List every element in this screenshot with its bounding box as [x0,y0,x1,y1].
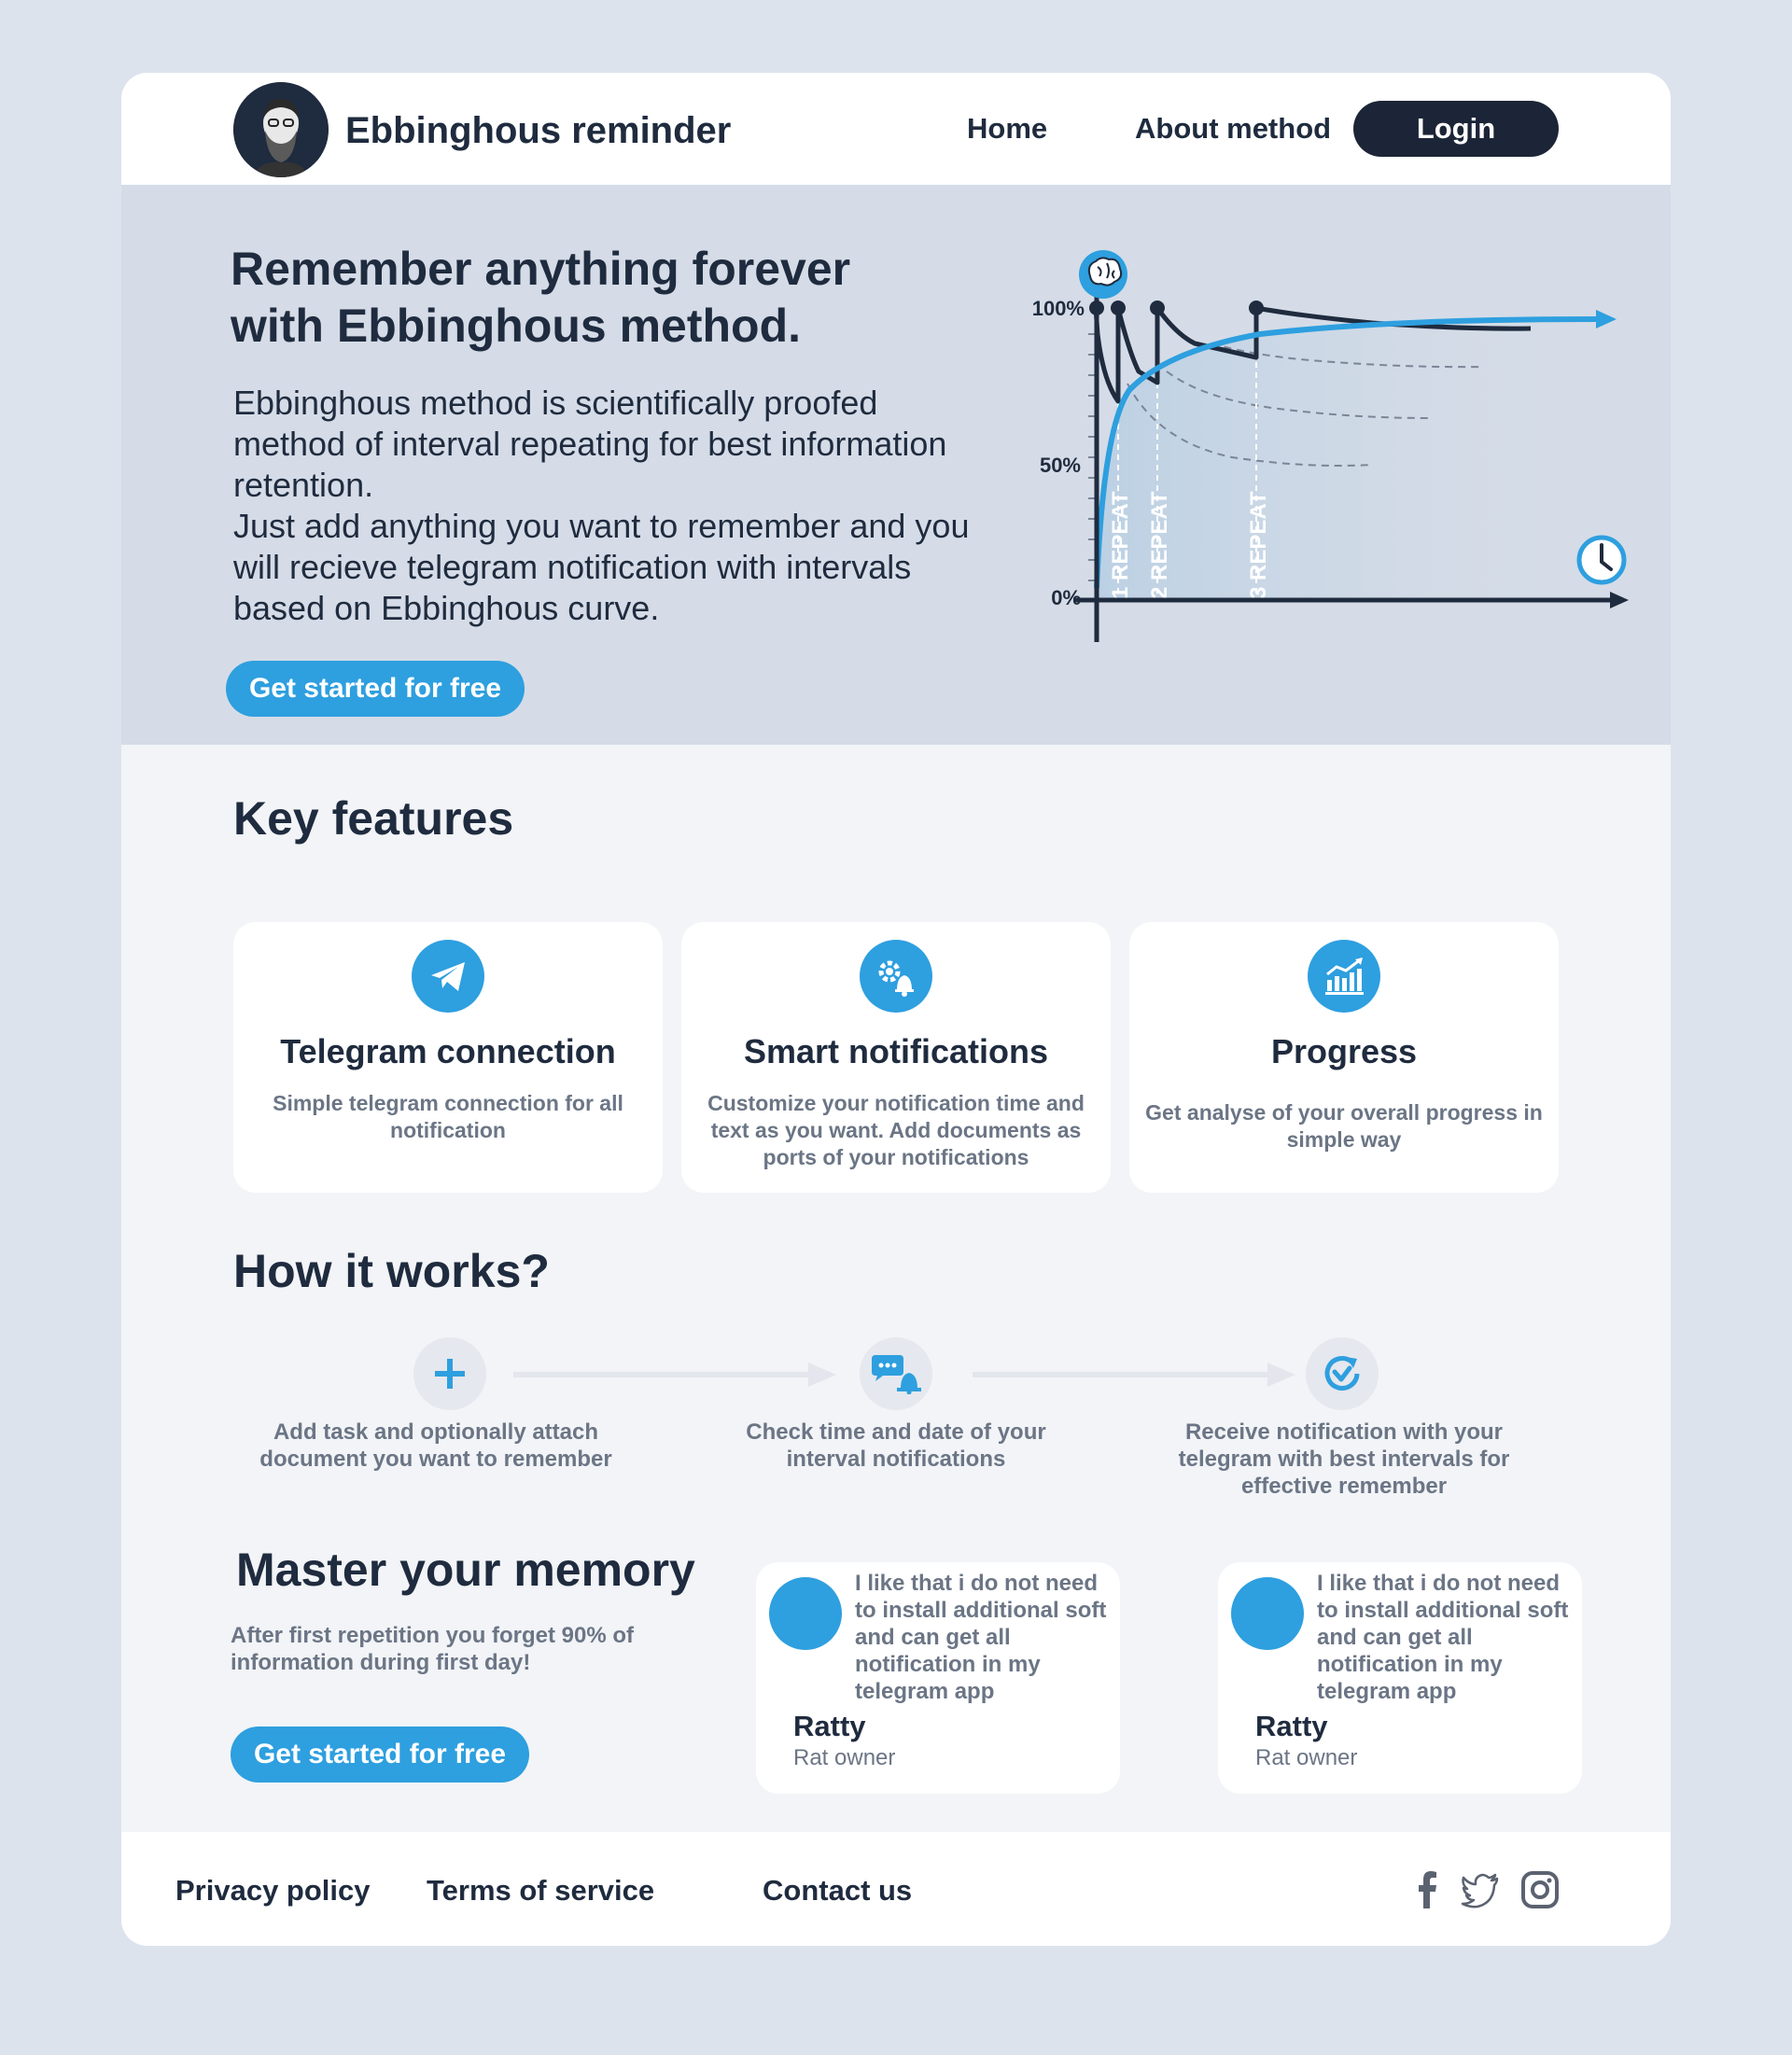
header: Ebbinghous reminder Home About method Lo… [121,73,1671,185]
forgetting-curve-illustration: 1 REPEAT 2 REPEAT 3 REPEAT 100% 50% 0% [999,241,1671,726]
review-author-role: Rat owner [793,1745,896,1770]
key-features-title: Key features [233,792,514,845]
y-label-100: 100% [1032,297,1085,320]
review-author-name: Ratty [1255,1710,1328,1742]
step-text: Receive notification with your telegram … [1178,1419,1510,1499]
repeat-label-1: 1 REPEAT [1108,491,1133,599]
avatar [769,1577,842,1650]
gear-bell-icon [860,940,932,1013]
master-get-started-button[interactable]: Get started for free [231,1726,529,1782]
hero-section: Remember anything forever with Ebbinghou… [121,185,1671,745]
feature-text: Get analyse of your overall progress in … [1145,1100,1543,1152]
clock-icon [1576,535,1627,585]
y-label-50: 50% [1040,454,1081,477]
facebook-icon[interactable] [1407,1869,1449,1910]
feature-card-progress: Progress Get analyse of your overall pro… [1129,922,1559,1193]
feature-text: Customize your notification time and tex… [707,1091,1085,1169]
instagram-icon[interactable] [1519,1869,1561,1910]
logo-portrait-icon[interactable] [233,82,329,177]
review-text: I like that i do not need to install add… [1317,1571,1569,1704]
nav-about-link[interactable]: About method [1135,112,1331,146]
review-text: I like that i do not need to install add… [855,1571,1107,1704]
step-arrow [973,1363,1295,1387]
feature-card-notifications: Smart notifications Customize your notif… [681,922,1111,1193]
review-card: I like that i do not need to install add… [756,1562,1120,1794]
feature-title: Telegram connection [280,1032,616,1070]
twitter-icon[interactable] [1460,1869,1501,1910]
step-arrow [513,1363,836,1387]
footer: Privacy policy Terms of service Contact … [121,1832,1671,1946]
refresh-check-icon [1306,1337,1379,1410]
chat-bell-icon [860,1337,932,1410]
review-author-name: Ratty [793,1710,866,1742]
brain-icon [1079,250,1127,299]
telegram-icon [412,940,484,1013]
master-memory-text: After first repetition you forget 90% of… [231,1623,635,1675]
privacy-policy-link[interactable]: Privacy policy [175,1874,371,1908]
master-memory-title: Master your memory [236,1544,695,1596]
step-text: Check time and date of your interval not… [746,1419,1046,1472]
feature-card-telegram: Telegram connection Simple telegram conn… [233,922,663,1193]
repeat-label-3: 3 REPEAT [1246,491,1271,599]
hero-description: Ebbinghous method is scientifically proo… [233,384,970,627]
how-it-works-title: How it works? [233,1245,550,1297]
feature-text: Simple telegram connection for all notif… [273,1091,623,1142]
feature-title: Smart notifications [743,1032,1049,1070]
contact-us-link[interactable]: Contact us [763,1874,912,1908]
avatar [1231,1577,1304,1650]
review-card: I like that i do not need to install add… [1218,1562,1582,1794]
chart-growth-icon [1308,940,1380,1013]
hero-title: Remember anything forever with Ebbinghou… [231,243,851,352]
brand-name: Ebbinghous reminder [345,110,732,151]
step-text: Add task and optionally attach document … [259,1419,612,1472]
page-card: Ebbinghous reminder Home About method Lo… [121,73,1671,1946]
plus-icon [413,1337,486,1410]
repeat-label-2: 2 REPEAT [1147,491,1172,599]
review-author-role: Rat owner [1255,1745,1358,1770]
nav-home-link[interactable]: Home [967,112,1047,146]
feature-title: Progress [1270,1032,1418,1070]
terms-of-service-link[interactable]: Terms of service [427,1874,654,1908]
y-label-0: 0% [1051,586,1081,609]
hero-get-started-button[interactable]: Get started for free [226,661,525,717]
login-button[interactable]: Login [1353,101,1559,157]
